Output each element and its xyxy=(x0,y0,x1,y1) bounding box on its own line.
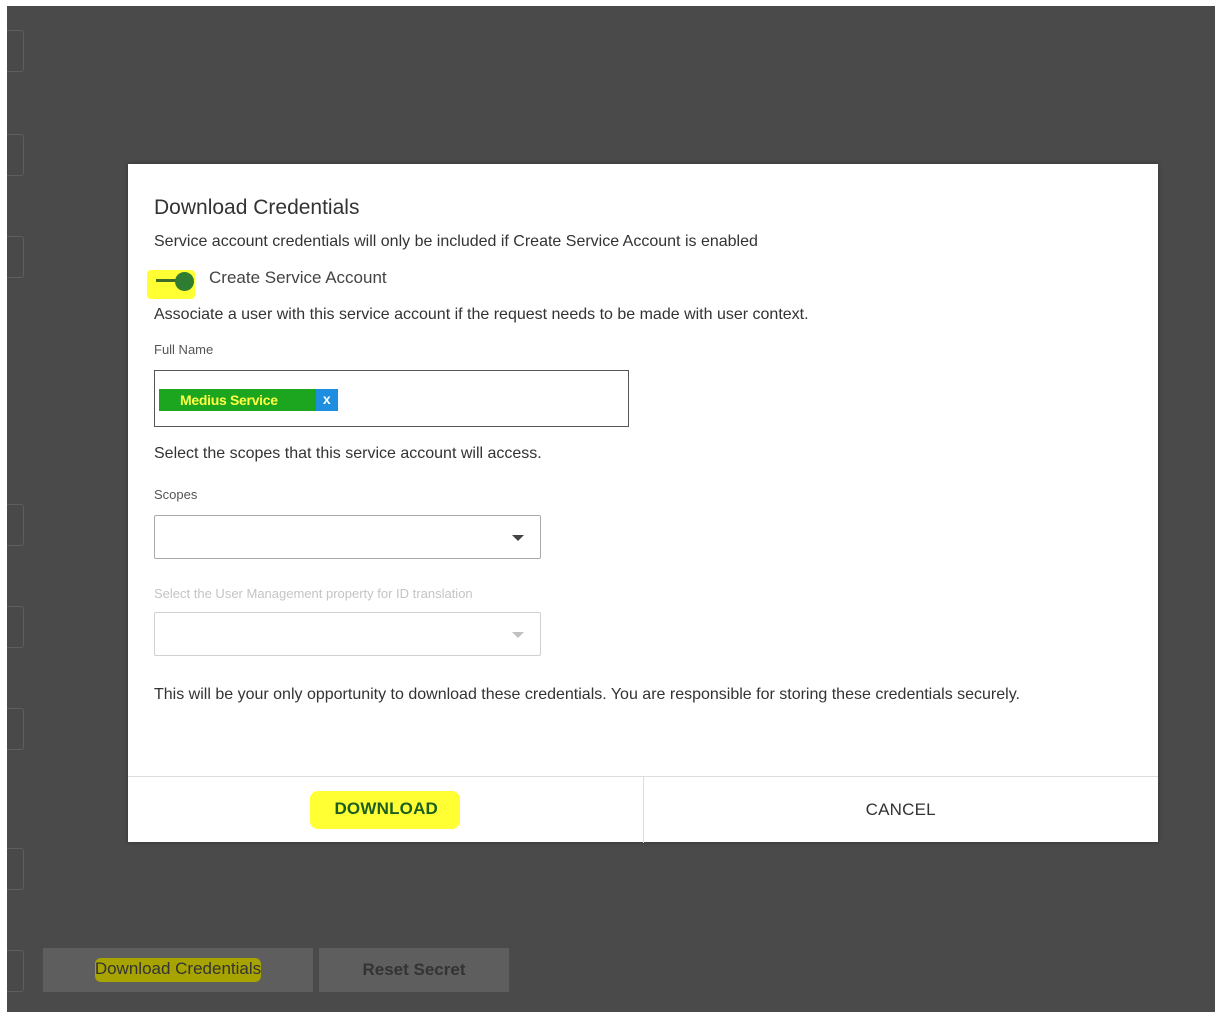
associate-text: Associate a user with this service accou… xyxy=(154,306,809,323)
scopes-label: Scopes xyxy=(154,487,198,502)
chip-remove-icon[interactable]: x xyxy=(315,389,338,411)
background-field xyxy=(7,708,24,750)
background-download-credentials-label: Download Credentials xyxy=(94,958,262,982)
download-button-label: DOWNLOAD xyxy=(310,791,461,829)
full-name-label: Full Name xyxy=(154,342,214,357)
id-translation-label: Select the User Management property for … xyxy=(154,586,473,601)
download-button[interactable]: DOWNLOAD xyxy=(128,777,643,843)
background-field xyxy=(7,134,24,176)
download-credentials-dialog: Download Credentials Service account cre… xyxy=(128,164,1158,843)
create-service-account-label: Create Service Account xyxy=(209,268,387,287)
background-field xyxy=(7,236,24,278)
warning-text: This will be your only opportunity to do… xyxy=(154,686,1020,703)
id-translation-select[interactable] xyxy=(154,612,541,656)
background-field xyxy=(7,848,24,890)
full-name-field[interactable]: Medius Service x xyxy=(154,370,629,427)
scopes-intro: Select the scopes that this service acco… xyxy=(154,445,542,462)
toggle-knob[interactable] xyxy=(175,272,194,291)
background-download-credentials-button: Download Credentials xyxy=(43,948,313,992)
user-chip-label: Medius Service xyxy=(159,389,316,411)
background-field xyxy=(7,950,24,992)
chevron-down-icon xyxy=(512,535,524,541)
background-field xyxy=(7,30,24,72)
dialog-footer: DOWNLOAD CANCEL xyxy=(128,776,1158,843)
background-reset-secret-button: Reset Secret xyxy=(319,948,509,992)
dialog-title: Download Credentials xyxy=(154,196,360,219)
cancel-button-label: CANCEL xyxy=(865,800,936,819)
background-reset-secret-label: Reset Secret xyxy=(362,960,466,979)
user-chip: Medius Service x xyxy=(159,389,338,411)
info-text: Service account credentials will only be… xyxy=(154,233,758,250)
chevron-down-icon xyxy=(512,632,524,638)
scopes-select[interactable] xyxy=(154,515,541,559)
background-field xyxy=(7,504,24,546)
cancel-button[interactable]: CANCEL xyxy=(642,777,1159,843)
background-field xyxy=(7,606,24,648)
